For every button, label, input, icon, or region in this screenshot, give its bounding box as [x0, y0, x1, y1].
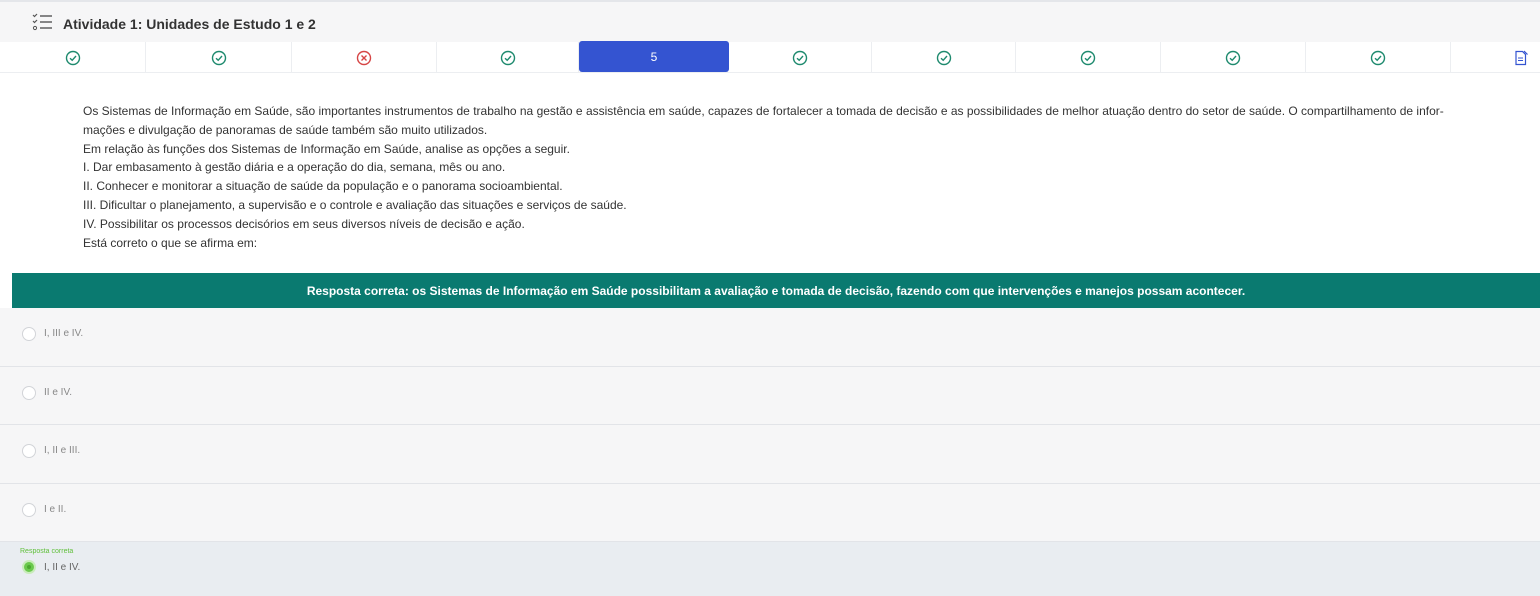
radio-button[interactable]: [22, 444, 36, 458]
check-circle-icon: [792, 50, 808, 65]
question-nav-item-current[interactable]: 5: [579, 41, 729, 72]
activity-page: Atividade 1: Unidades de Estudo 1 e 2 5: [0, 0, 1540, 596]
question-nav-item-6[interactable]: [729, 42, 872, 73]
question-line: Os Sistemas de Informação em Saúde, são …: [83, 104, 1444, 118]
question-line: Em relação às funções dos Sistemas de In…: [83, 141, 570, 156]
question-nav-item-10[interactable]: [1306, 42, 1451, 73]
check-circle-icon: [936, 50, 951, 65]
radio-button[interactable]: [22, 327, 36, 341]
answer-option[interactable]: I, III e IV.: [0, 308, 1540, 367]
check-circle-icon: [1370, 50, 1386, 65]
question-text: Os Sistemas de Informação em Saúde, são …: [83, 102, 1513, 252]
question-line: mações e divulgação de panoramas de saúd…: [83, 122, 488, 137]
answer-option-label: I, II e III.: [44, 445, 81, 456]
question-nav-item-2[interactable]: [146, 42, 292, 73]
answer-option[interactable]: II e IV.: [0, 366, 1540, 425]
check-circle-icon: [500, 50, 515, 65]
correct-answer-caption: Resposta correta: [20, 548, 74, 555]
question-nav-item-1[interactable]: [0, 42, 146, 73]
question-navigator: 5: [0, 41, 1540, 73]
question-nav-item-9[interactable]: [1161, 42, 1306, 73]
answer-options: I, III e IV. II e IV. I, II e III. I e I…: [0, 308, 1540, 542]
radio-button[interactable]: [22, 502, 36, 517]
check-circle-icon: [1225, 50, 1241, 65]
check-circle-icon: [65, 50, 80, 65]
check-circle-icon: [1080, 50, 1096, 65]
radio-button[interactable]: [22, 385, 36, 400]
activity-header: Atividade 1: Unidades de Estudo 1 e 2: [0, 0, 1540, 42]
check-circle-icon: [211, 50, 226, 65]
x-circle-icon: [356, 50, 372, 65]
document-edit-icon[interactable]: [1513, 50, 1529, 66]
answer-option-label: I e II.: [44, 503, 67, 515]
question-line: Está correto o que se afirma em:: [83, 235, 258, 250]
answer-option[interactable]: I e II.: [0, 483, 1540, 542]
page-title: Atividade 1: Unidades de Estudo 1 e 2: [63, 16, 316, 32]
question-nav-item-3[interactable]: [292, 42, 437, 73]
answer-option-label: I, III e IV.: [44, 328, 84, 339]
question-line: II. Conhecer e monitorar a situação de s…: [83, 179, 563, 194]
feedback-text: Resposta correta: os Sistemas de Informa…: [306, 283, 1246, 298]
question-line: III. Dificultar o planejamento, a superv…: [83, 197, 627, 212]
feedback-banner: Resposta correta: os Sistemas de Informa…: [12, 273, 1540, 308]
question-nav-item-4[interactable]: [437, 42, 579, 73]
answer-option-label: II e IV.: [44, 386, 72, 398]
list-check-icon: [32, 13, 52, 31]
question-nav-item-8[interactable]: [1016, 42, 1161, 73]
question-line: IV. Possibilitar os processos decisórios…: [83, 216, 525, 231]
question-nav-item-7[interactable]: [872, 42, 1016, 73]
question-line: I. Dar embasamento à gestão diária e a o…: [83, 160, 506, 175]
current-question-number: 5: [650, 49, 658, 64]
answer-option[interactable]: I, II e III.: [0, 425, 1540, 484]
radio-button-selected[interactable]: [22, 560, 36, 574]
correct-answer-option[interactable]: Resposta correta I, II e IV.: [0, 542, 1540, 596]
correct-answer-label: I, II e IV.: [44, 562, 81, 573]
